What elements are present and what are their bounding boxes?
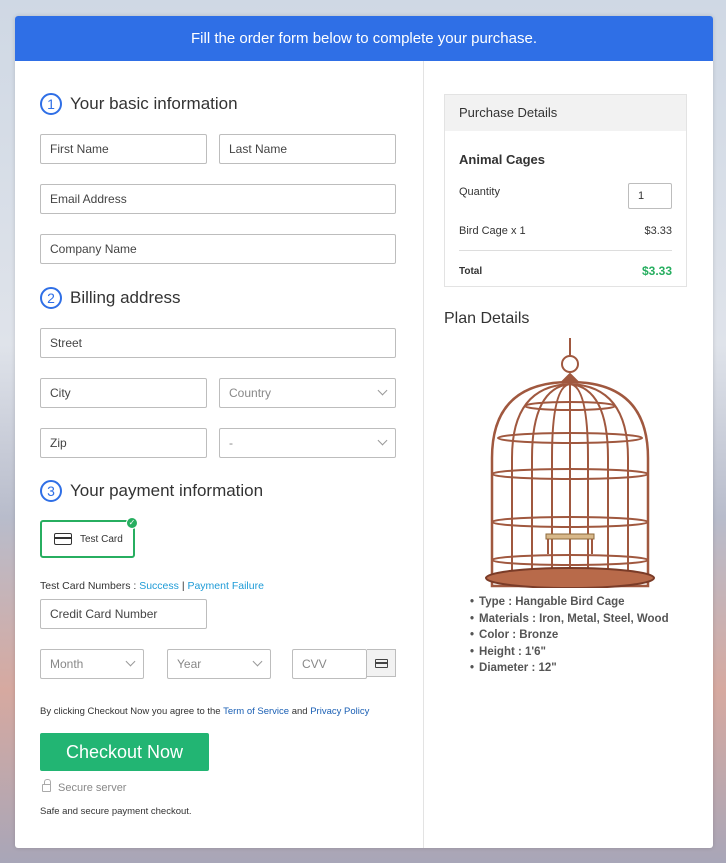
plan-details-list: Type : Hangable Bird Cage Materials : Ir… — [470, 594, 669, 677]
country-select[interactable]: Country — [219, 378, 396, 408]
city-field[interactable]: City — [40, 378, 207, 408]
country-value: Country — [229, 386, 272, 400]
chevron-down-icon — [377, 385, 388, 396]
state-value: - — [229, 436, 233, 450]
year-value: Year — [177, 657, 202, 671]
first-name-field[interactable]: First Name — [40, 134, 207, 164]
step-number: 2 — [40, 287, 62, 309]
quantity-label: Quantity — [459, 186, 500, 198]
secure-server-label: Secure server — [58, 782, 127, 794]
total-label: Total — [459, 266, 483, 277]
zip-field[interactable]: Zip — [40, 428, 207, 458]
column-divider — [423, 61, 424, 848]
line-item-label: Bird Cage x 1 — [459, 225, 526, 237]
company-field[interactable]: Company Name — [40, 234, 396, 264]
cvv-card-button[interactable] — [367, 649, 396, 677]
street-field[interactable]: Street — [40, 328, 396, 358]
card-label: Test Card — [80, 533, 123, 545]
credit-card-icon — [375, 659, 388, 668]
quantity-input[interactable]: 1 — [628, 183, 672, 209]
last-name-field[interactable]: Last Name — [219, 134, 396, 164]
section-payment: 3 Your payment information — [40, 480, 263, 502]
chevron-down-icon — [377, 435, 388, 446]
test-card-numbers: Test Card Numbers : Success | Payment Fa… — [40, 580, 264, 592]
year-select[interactable]: Year — [167, 649, 271, 679]
checkout-button[interactable]: Checkout Now — [40, 733, 209, 771]
plan-detail-item: Color : Bronze — [470, 627, 669, 644]
plan-detail-item: Materials : Iron, Metal, Steel, Wood — [470, 611, 669, 628]
line-item-price: $3.33 — [644, 225, 672, 237]
section-title: Billing address — [70, 288, 181, 307]
credit-card-icon — [54, 533, 72, 545]
lock-icon — [42, 779, 51, 792]
plan-detail-item: Height : 1'6" — [470, 644, 669, 661]
purchase-details-panel: Purchase Details Animal Cages Quantity 1… — [444, 94, 687, 287]
plan-detail-item: Diameter : 12" — [470, 660, 669, 677]
cvv-field[interactable]: CVV — [292, 649, 367, 679]
privacy-policy-link[interactable]: Privacy Policy — [310, 706, 369, 717]
step-number: 3 — [40, 480, 62, 502]
chevron-down-icon — [252, 656, 263, 667]
terms-prefix: By clicking Checkout Now you agree to th… — [40, 706, 221, 717]
section-billing: 2 Billing address — [40, 287, 181, 309]
section-title: Your payment information — [70, 481, 264, 500]
terms-of-service-link[interactable]: Term of Service — [223, 706, 289, 717]
state-select[interactable]: - — [219, 428, 396, 458]
chevron-down-icon — [125, 656, 136, 667]
check-icon: ✓ — [126, 517, 138, 529]
test-numbers-label: Test Card Numbers : — [40, 580, 137, 592]
total-price: $3.33 — [641, 264, 672, 278]
month-select[interactable]: Month — [40, 649, 144, 679]
secure-note: Safe and secure payment checkout. — [40, 806, 192, 817]
success-link[interactable]: Success — [139, 580, 179, 592]
section-basic-info: 1 Your basic information — [40, 93, 238, 115]
step-number: 1 — [40, 93, 62, 115]
email-field[interactable]: Email Address — [40, 184, 396, 214]
bird-cage-image — [485, 338, 655, 588]
separator: | — [181, 580, 185, 592]
purchase-details-header: Purchase Details — [445, 95, 686, 131]
secure-server: Secure server — [42, 779, 127, 794]
terms-text: By clicking Checkout Now you agree to th… — [40, 706, 369, 717]
plan-detail-item: Type : Hangable Bird Cage — [470, 594, 669, 611]
month-value: Month — [50, 657, 84, 671]
plan-details-title: Plan Details — [444, 310, 530, 327]
product-name: Animal Cages — [459, 152, 545, 167]
test-card-option[interactable]: Test Card ✓ — [40, 517, 138, 558]
terms-and: and — [291, 706, 308, 717]
divider — [459, 250, 672, 251]
section-title: Your basic information — [70, 94, 238, 113]
card-number-field[interactable]: Credit Card Number — [40, 599, 207, 629]
header-banner: Fill the order form below to complete yo… — [15, 16, 713, 61]
checkout-card: Fill the order form below to complete yo… — [15, 16, 713, 848]
payment-failure-link[interactable]: Payment Failure — [187, 580, 263, 592]
